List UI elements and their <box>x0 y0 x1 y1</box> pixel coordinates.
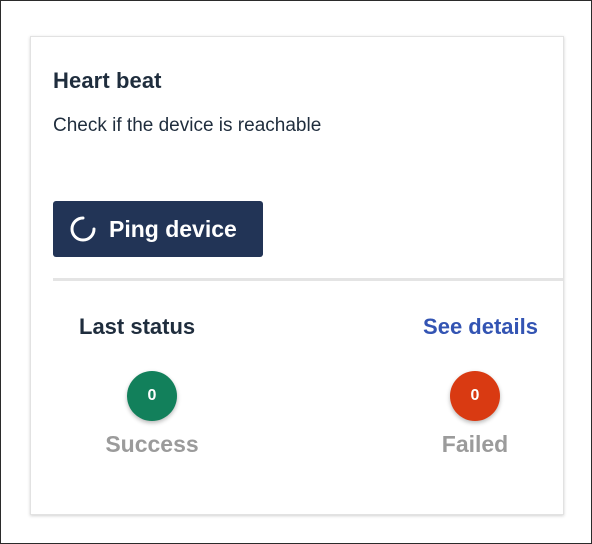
last-status-heading: Last status <box>79 314 196 339</box>
card-description: Check if the device is reachable <box>53 115 322 136</box>
failed-count-badge: 0 <box>450 371 500 421</box>
ping-device-button[interactable]: Ping device <box>53 201 263 257</box>
card-title: Heart beat <box>53 68 162 93</box>
failed-stat: 0 Failed <box>415 371 535 458</box>
ping-device-label: Ping device <box>109 215 237 242</box>
success-count-badge: 0 <box>127 371 177 421</box>
window-frame: Heart beat Check if the device is reacha… <box>0 0 592 544</box>
success-stat: 0 Success <box>92 371 212 458</box>
success-label: Success <box>105 431 199 457</box>
heartbeat-card: Heart beat Check if the device is reacha… <box>30 36 564 515</box>
failed-label: Failed <box>441 431 509 457</box>
section-divider <box>53 278 563 281</box>
spinner-icon <box>69 215 97 243</box>
see-details-link[interactable]: See details <box>423 314 538 340</box>
